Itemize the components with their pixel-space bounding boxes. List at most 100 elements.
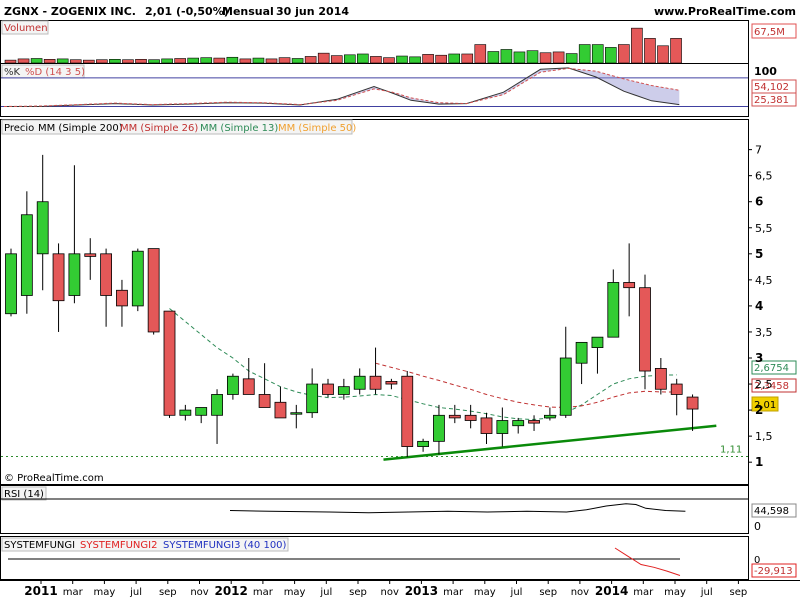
candle-down	[163, 310, 176, 416]
x-axis-label: sep	[539, 587, 557, 598]
stochastic-legend-d: %D (14 3 5)	[25, 67, 85, 78]
candle-up	[575, 341, 588, 364]
volume-bar	[304, 56, 317, 64]
candle-up	[306, 383, 319, 414]
price-y-tick-label: 4	[755, 299, 763, 313]
x-axis-label: sep	[349, 587, 367, 598]
candle-down	[654, 368, 667, 390]
chart-canvas: ZGNX - ZOGENIX INC. 2,01 (-0,50%) Mensua…	[0, 0, 800, 598]
price-y-tick-label: 7	[755, 144, 762, 157]
price-y-tick-label: 6	[755, 195, 763, 209]
candle-up	[226, 375, 239, 395]
volume-bar	[435, 54, 447, 64]
volume-bar	[618, 44, 630, 64]
volume-bar	[317, 52, 330, 64]
price-y-tick-label: 6,5	[755, 170, 773, 183]
stochastic-lines	[1, 67, 748, 107]
price-legend-mm26: MM (Simple 26)	[120, 123, 198, 134]
candle-down	[528, 420, 540, 424]
price-candles: 1,11	[1, 154, 748, 461]
x-axis-label: 2011	[24, 584, 57, 598]
volume-bar	[591, 44, 604, 64]
volume-bar	[83, 59, 95, 64]
x-axis-label: sep	[730, 587, 748, 598]
volume-bar	[30, 58, 43, 64]
volume-bar	[69, 59, 82, 64]
volume-bar	[56, 58, 69, 64]
candle-up	[496, 420, 509, 434]
price-legend-mm200: MM (Simple 200)	[38, 123, 123, 134]
volume-bar	[330, 55, 343, 64]
candle-down	[401, 375, 414, 447]
candle-down	[322, 383, 334, 395]
volume-bar	[187, 57, 199, 64]
x-axis-label: mar	[63, 587, 84, 598]
candle-down	[116, 289, 128, 307]
x-axis-label: nov	[190, 587, 208, 598]
x-axis-label: jul	[319, 587, 332, 598]
mm26-line	[375, 362, 677, 409]
x-axis-label: nov	[381, 587, 399, 598]
volume-bar	[409, 56, 421, 64]
quote-value: 2,01 (-0,50%)	[145, 5, 229, 18]
x-axis-label: may	[94, 587, 116, 598]
volume-bar	[487, 51, 500, 64]
candle-down	[84, 253, 97, 257]
volume-bar	[148, 59, 160, 64]
systemfungi-legend-1: SYSTEMFUNGI	[4, 540, 75, 551]
price-y-tick-label: 3	[755, 351, 763, 365]
x-axis-label: 2012	[214, 584, 247, 598]
x-axis-label: may	[474, 587, 496, 598]
volume-bar	[604, 47, 617, 64]
volume-bar	[278, 57, 291, 64]
copyright-label: © ProRealTime.com	[4, 473, 104, 484]
systemfungi-legend-3: SYSTEMFUNGI3 (40 100)	[163, 540, 287, 551]
candle-up	[353, 375, 366, 390]
x-axis-label: 2014	[595, 584, 628, 598]
volume-bar	[552, 51, 565, 64]
volume-bar	[4, 59, 17, 64]
systemfungi-legend: SYSTEMFUNGI SYSTEMFUNGI2 SYSTEMFUNGI3 (4…	[1, 537, 289, 552]
x-axis-label: jul	[510, 587, 523, 598]
volume-bar	[500, 49, 513, 64]
candle-up	[131, 250, 144, 307]
candle-down	[385, 381, 398, 385]
price-y-tick-label: 5,5	[755, 222, 773, 235]
x-axis-label: mar	[253, 587, 274, 598]
volume-bar	[122, 59, 134, 64]
stochastic-legend: %K %D (14 3 5)	[1, 64, 85, 79]
systemfungi2-line	[614, 547, 681, 576]
stochastic-100-label: 100	[754, 65, 777, 78]
candle-down	[52, 253, 65, 302]
candle-up	[559, 357, 572, 416]
systemfungi-value: -29,913	[754, 566, 793, 577]
date-label: 30 jun 2014	[276, 5, 349, 18]
candle-up	[512, 420, 525, 427]
x-axis-label: nov	[571, 587, 589, 598]
x-axis-label: jul	[129, 587, 142, 598]
price-y-tick-label: 1	[755, 455, 763, 469]
x-axis-label: may	[284, 587, 306, 598]
candle-down	[100, 253, 112, 296]
candle-up	[36, 201, 49, 255]
volume-bar	[343, 54, 356, 64]
volume-bar	[43, 59, 56, 64]
stochastic-fill	[4, 67, 680, 107]
rsi-line	[1, 498, 748, 514]
volume-bar	[513, 51, 526, 64]
x-axis-label: mar	[443, 587, 464, 598]
volume-bar	[213, 57, 226, 64]
stochastic-legend-k: %K	[4, 67, 21, 78]
price-legend-mm50: MM (Simple 50)	[278, 123, 356, 134]
candle-up	[290, 412, 303, 415]
volume-bar	[291, 58, 304, 64]
price-panel-frame	[0, 119, 749, 485]
candle-up	[417, 440, 430, 447]
candle-up	[20, 214, 33, 296]
support-label: 1,11	[720, 444, 742, 455]
candle-down	[242, 378, 255, 395]
price-y-tick-label: 3,5	[755, 326, 773, 339]
x-axis-label: 2013	[405, 584, 438, 598]
candle-up	[433, 414, 445, 442]
price-legend-precio: Precio	[4, 123, 34, 134]
